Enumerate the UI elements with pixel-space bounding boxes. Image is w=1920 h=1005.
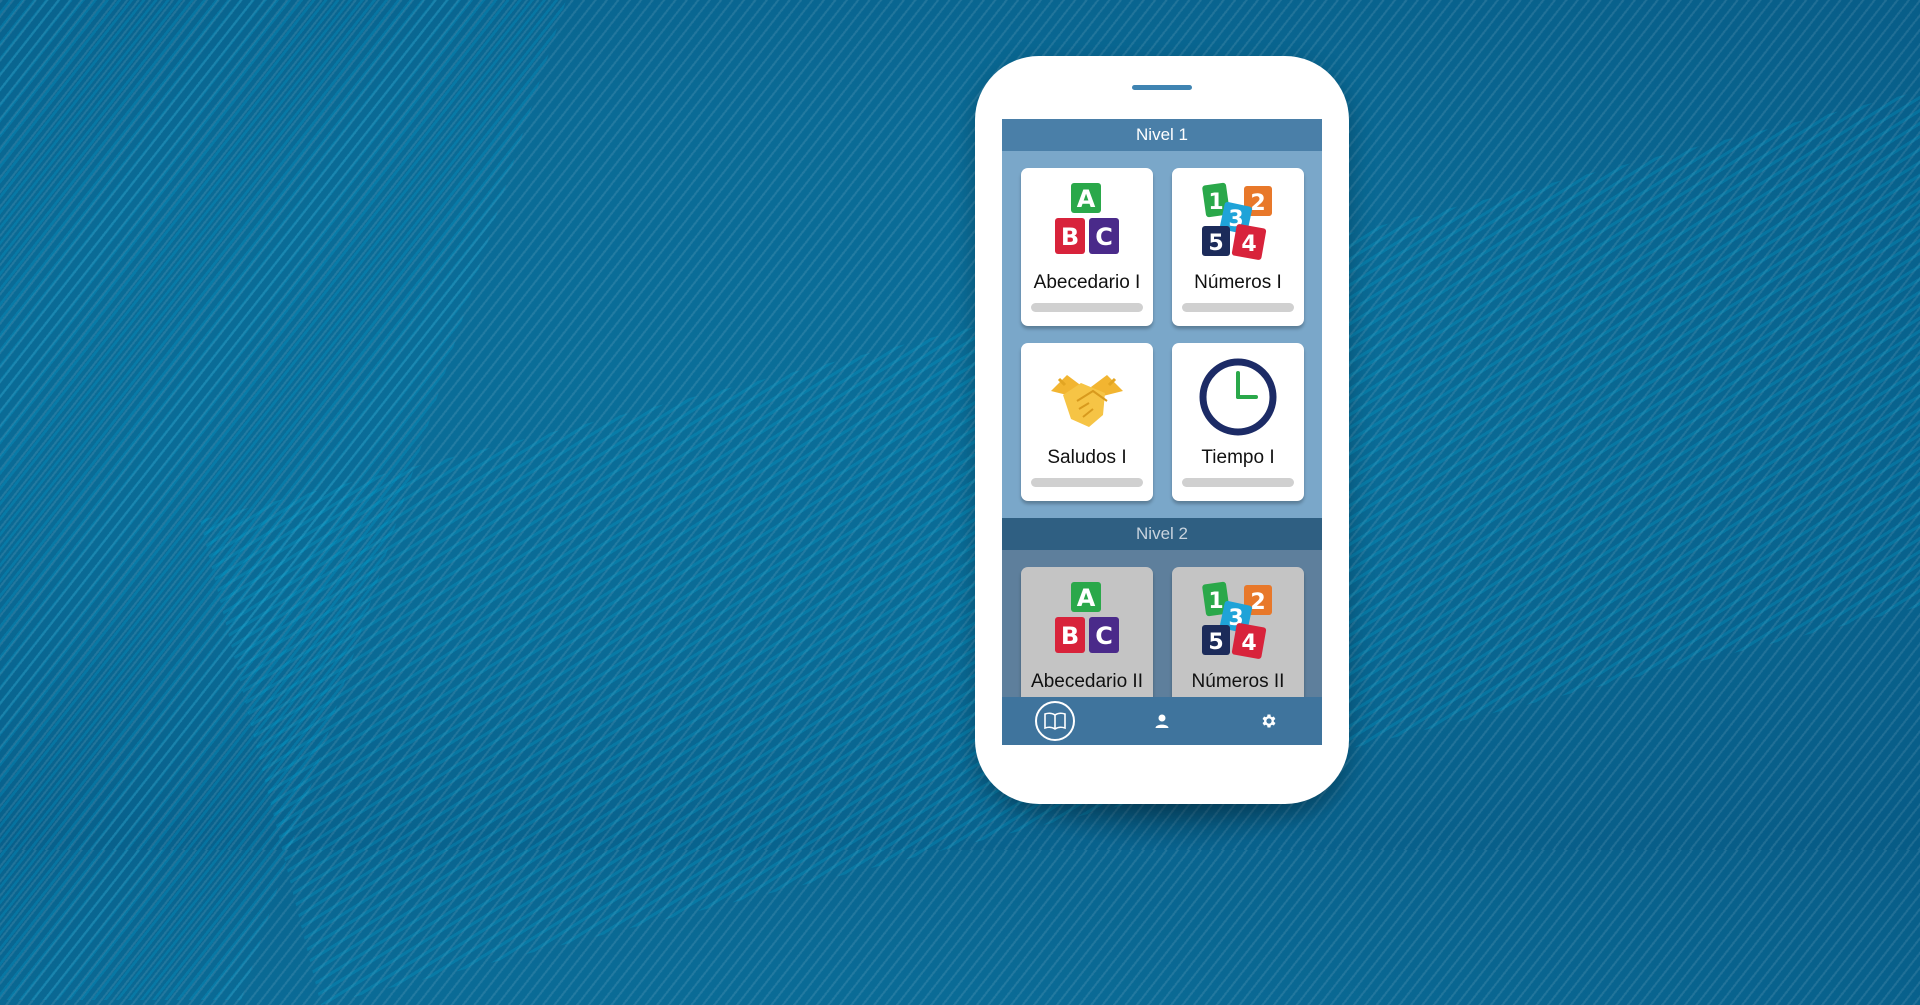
- svg-text:1: 1: [1208, 589, 1223, 614]
- svg-text:C: C: [1095, 622, 1113, 650]
- svg-text:5: 5: [1208, 231, 1223, 256]
- svg-text:2: 2: [1250, 191, 1265, 216]
- nav-profile-button[interactable]: [1142, 701, 1182, 741]
- level-header-1: Nivel 1: [1002, 119, 1322, 151]
- svg-text:2: 2: [1250, 590, 1265, 615]
- svg-text:C: C: [1095, 223, 1113, 251]
- gear-icon: [1262, 714, 1276, 728]
- svg-text:4: 4: [1241, 631, 1256, 656]
- svg-text:5: 5: [1208, 630, 1223, 655]
- lesson-card-label: Saludos I: [1047, 447, 1127, 468]
- level-1-grid: A B C Abecedario I 1 2 3 5 4 Números I S…: [1002, 151, 1322, 518]
- app-screen: Nivel 1 A B C Abecedario I 1 2 3 5 4 Núm…: [1002, 119, 1322, 745]
- nav-lessons-button[interactable]: [1035, 701, 1076, 741]
- lesson-card-tiempo-1[interactable]: Tiempo I: [1172, 343, 1304, 501]
- phone-frame: Nivel 1 A B C Abecedario I 1 2 3 5 4 Núm…: [975, 56, 1349, 804]
- svg-text:4: 4: [1241, 232, 1256, 257]
- lesson-card-label: Abecedario II: [1031, 671, 1143, 692]
- lesson-card-label: Abecedario I: [1033, 272, 1141, 293]
- svg-text:A: A: [1077, 584, 1096, 612]
- number-blocks-icon: 1 2 3 5 4: [1202, 581, 1272, 659]
- svg-text:1: 1: [1208, 190, 1223, 215]
- user-icon: [1155, 714, 1169, 728]
- lesson-progress-bar: [1182, 478, 1294, 487]
- phone-speaker: [1132, 85, 1192, 90]
- lesson-card-abecedario-1[interactable]: A B C Abecedario I: [1021, 168, 1153, 326]
- clock-icon: [1199, 358, 1277, 436]
- book-icon: [1044, 712, 1067, 730]
- abc-blocks-icon: A B C: [1055, 582, 1119, 653]
- nav-settings-button[interactable]: [1249, 701, 1289, 741]
- level-header-2: Nivel 2: [1002, 518, 1322, 550]
- svg-text:B: B: [1061, 622, 1079, 650]
- lesson-card-numeros-1[interactable]: 1 2 3 5 4 Números I: [1172, 168, 1304, 326]
- abc-blocks-icon: A B C: [1055, 183, 1119, 254]
- lesson-progress-bar: [1031, 303, 1143, 312]
- number-blocks-icon: 1 2 3 5 4: [1202, 182, 1272, 260]
- svg-text:B: B: [1061, 223, 1079, 251]
- lesson-card-saludos-1[interactable]: Saludos I: [1021, 343, 1153, 501]
- handshake-icon: [1051, 375, 1123, 427]
- lesson-card-label: Números I: [1194, 272, 1282, 293]
- bottom-nav: [1002, 697, 1322, 745]
- lesson-progress-bar: [1182, 303, 1294, 312]
- lesson-progress-bar: [1031, 478, 1143, 487]
- lesson-card-label: Tiempo I: [1201, 447, 1275, 468]
- lesson-card-label: Números II: [1191, 671, 1285, 692]
- svg-text:A: A: [1077, 185, 1096, 213]
